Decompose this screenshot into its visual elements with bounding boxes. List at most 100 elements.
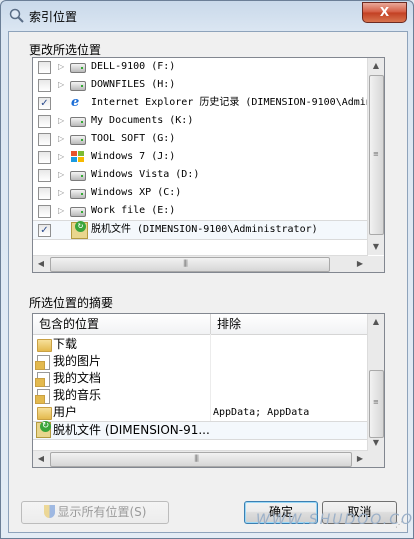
tree-item-label: Windows XP (C:)	[91, 187, 182, 198]
included-location: 我的文档	[53, 371, 102, 385]
scroll-down-arrow[interactable]: ▼	[368, 239, 384, 255]
tree-item[interactable]: ▷ Windows 7 (J:)	[33, 148, 369, 166]
ie-icon: e	[71, 95, 80, 110]
show-all-locations-button[interactable]: 显示所有位置(S)	[21, 501, 169, 524]
excluded-location: AppData; AppData	[213, 407, 310, 418]
summary-vscroll-thumb[interactable]: ≡	[369, 370, 384, 438]
show-all-label: 显示所有位置(S)	[57, 505, 147, 519]
drive-icon	[70, 207, 86, 217]
tree-item[interactable]: ▷ DOWNFILES (H:)	[33, 76, 369, 94]
search-icon	[9, 8, 24, 23]
drive-icon	[70, 117, 86, 127]
included-location: 用户	[53, 405, 78, 419]
drive-icon	[70, 189, 86, 199]
expand-arrow-icon[interactable]: ▷	[58, 166, 64, 184]
tree-item-label: DELL-9100 (F:)	[91, 61, 176, 72]
folder-icon	[37, 339, 52, 352]
tree-item[interactable]: ▷ Windows Vista (D:)	[33, 166, 369, 184]
tree-item[interactable]: ▷ My Documents (K:)	[33, 112, 369, 130]
location-checkbox[interactable]: ✓	[38, 97, 51, 110]
summary-horizontal-scrollbar[interactable]: ◀ ||| ▶	[33, 450, 368, 467]
tree-item[interactable]: ▷ DELL-9100 (F:)	[33, 58, 369, 76]
expand-arrow-icon[interactable]: ▷	[58, 184, 64, 202]
tree-hscroll-thumb[interactable]: |||	[50, 257, 330, 272]
expand-arrow-icon[interactable]: ▷	[58, 58, 64, 76]
location-checkbox[interactable]	[38, 115, 51, 128]
summary-row[interactable]: 下载	[33, 336, 370, 353]
scroll-up-arrow[interactable]: ▲	[368, 314, 384, 330]
location-checkbox[interactable]	[38, 133, 51, 146]
summary-row[interactable]: 脱机文件 (DIMENSION-91...	[33, 421, 370, 440]
location-checkbox[interactable]	[38, 169, 51, 182]
drive-icon	[70, 81, 86, 91]
tree-item[interactable]: ✓ e Internet Explorer 历史记录 (DIMENSION-9100…	[33, 94, 384, 112]
windows-drive-icon	[71, 151, 84, 163]
scroll-corner	[368, 256, 384, 272]
summary-hscroll-thumb[interactable]: |||	[50, 452, 352, 467]
tree-item-label: Internet Explorer 历史记录 (DIMENSION-9100\A…	[91, 97, 384, 108]
indexed-locations-window: 索引位置 X 更改所选位置 ▷ DELL-9100 (F:) ▷ DOWNFILES …	[0, 0, 414, 539]
location-checkbox[interactable]	[38, 151, 51, 164]
offline-files-icon	[71, 221, 88, 239]
summary-vertical-scrollbar[interactable]: ▲ ≡ ▼	[367, 314, 384, 451]
tree-item-label: Work file (E:)	[91, 205, 176, 216]
window-title: 索引位置	[29, 10, 78, 24]
summary-label: 所选位置的摘要	[29, 296, 114, 310]
location-checkbox[interactable]	[38, 61, 51, 74]
summary-header: 包含的位置 排除	[33, 314, 370, 335]
tree-item-label: TOOL SOFT (G:)	[91, 133, 176, 144]
tree-vertical-scrollbar[interactable]: ▲ ≡ ▼	[367, 58, 384, 255]
column-header-excluded[interactable]: 排除	[211, 314, 367, 334]
summary-row[interactable]: 我的文档	[33, 370, 370, 387]
tree-item-label: Windows 7 (J:)	[91, 151, 176, 162]
expand-arrow-icon[interactable]: ▷	[58, 112, 64, 130]
included-location: 我的音乐	[53, 388, 102, 402]
drive-icon	[70, 135, 86, 145]
location-checkbox[interactable]: ✓	[38, 224, 51, 237]
drive-icon	[70, 63, 86, 73]
expand-arrow-icon[interactable]: ▷	[58, 76, 64, 94]
tree-item-label: Windows Vista (D:)	[91, 169, 200, 180]
expand-arrow-icon[interactable]: ▷	[58, 148, 64, 166]
scroll-down-arrow[interactable]: ▼	[368, 435, 384, 451]
tree-vscroll-thumb[interactable]: ≡	[369, 75, 384, 235]
tree-item[interactable]: ✓ 脱机文件 (DIMENSION-9100\Administrator)	[33, 220, 369, 240]
change-locations-label: 更改所选位置	[29, 43, 102, 57]
location-checkbox[interactable]	[38, 187, 51, 200]
close-button[interactable]: X	[362, 2, 407, 23]
locations-tree[interactable]: ▷ DELL-9100 (F:) ▷ DOWNFILES (H:) ✓ e Internet…	[32, 57, 385, 273]
summary-row[interactable]: 用户 AppData; AppData	[33, 404, 370, 421]
folder-icon	[35, 372, 50, 387]
uac-shield-icon	[43, 505, 55, 518]
summary-row[interactable]: 我的音乐	[33, 387, 370, 404]
location-checkbox[interactable]	[38, 205, 51, 218]
column-header-included[interactable]: 包含的位置	[33, 314, 209, 334]
scroll-right-arrow[interactable]: ▶	[352, 451, 368, 467]
drive-icon	[70, 171, 86, 181]
summary-row[interactable]: 我的图片	[33, 353, 370, 370]
dialog-client-area: 更改所选位置 ▷ DELL-9100 (F:) ▷ DOWNFILES (H:) ✓ e I…	[8, 31, 408, 533]
tree-item[interactable]: ▷ Windows XP (C:)	[33, 184, 369, 202]
scroll-up-arrow[interactable]: ▲	[368, 58, 384, 74]
tree-item-label: 脱机文件 (DIMENSION-9100\Administrator)	[91, 224, 318, 235]
tree-item[interactable]: ▷ Work file (E:)	[33, 202, 369, 220]
offline-files-icon	[36, 421, 51, 438]
watermark-text: WWW.SHUDOO.COM	[256, 512, 414, 528]
expand-arrow-icon[interactable]: ▷	[58, 202, 64, 220]
summary-list[interactable]: 包含的位置 排除 下载我的图片我的文档我的音乐用户 AppData; AppDat…	[32, 313, 385, 468]
tree-item-label: My Documents (K:)	[91, 115, 194, 126]
scroll-left-arrow[interactable]: ◀	[33, 256, 49, 272]
included-location: 脱机文件 (DIMENSION-91...	[53, 423, 210, 437]
title-bar[interactable]: 索引位置 X	[1, 1, 413, 31]
folder-icon	[37, 407, 52, 420]
folder-icon	[35, 355, 50, 370]
included-location: 我的图片	[53, 354, 102, 368]
scroll-corner	[368, 451, 384, 467]
tree-item[interactable]: ▷ TOOL SOFT (G:)	[33, 130, 369, 148]
expand-arrow-icon[interactable]: ▷	[58, 130, 64, 148]
scroll-left-arrow[interactable]: ◀	[33, 451, 49, 467]
tree-horizontal-scrollbar[interactable]: ◀ ||| ▶	[33, 255, 368, 272]
location-checkbox[interactable]	[38, 79, 51, 92]
included-location: 下载	[53, 337, 78, 351]
scroll-right-arrow[interactable]: ▶	[352, 256, 368, 272]
